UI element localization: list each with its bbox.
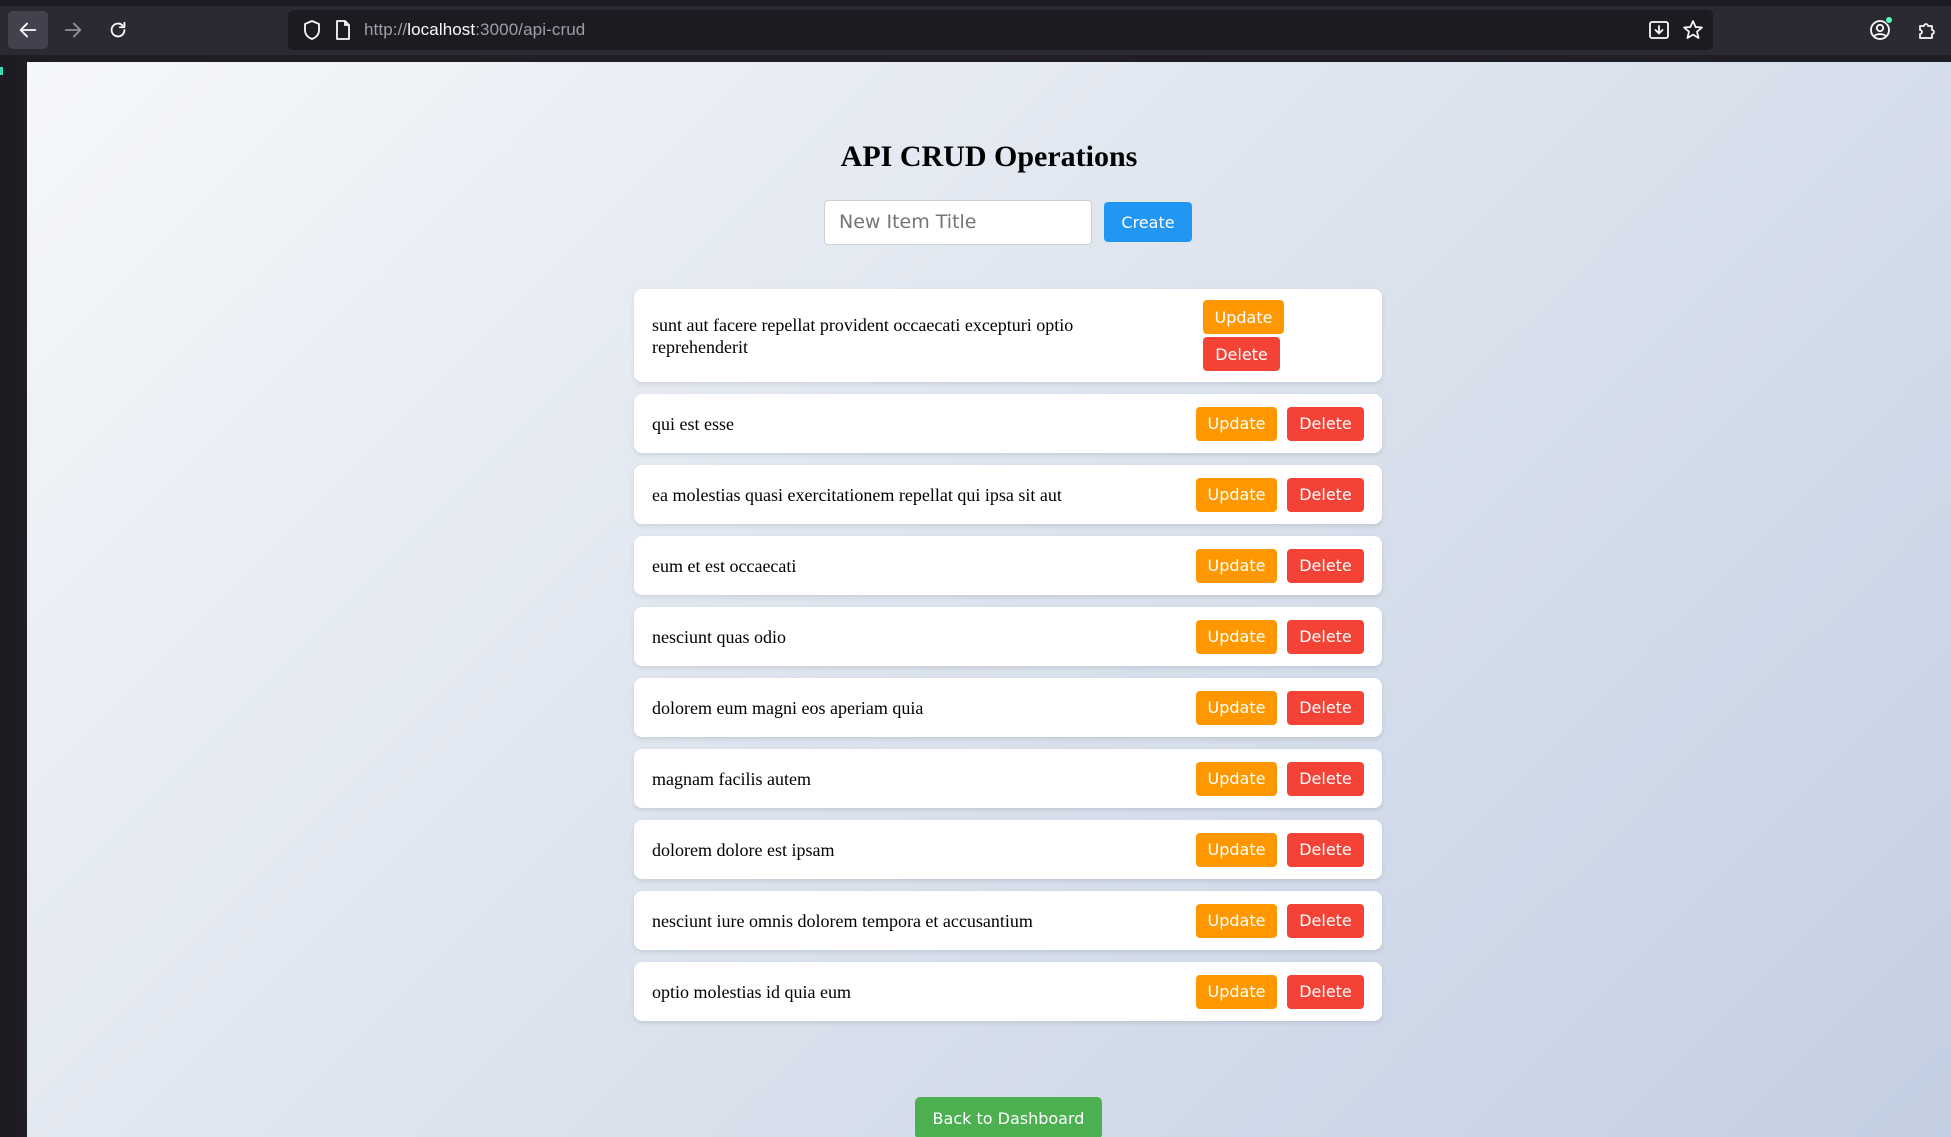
list-item: optio molestias id quia eum Update Delete	[634, 962, 1382, 1021]
update-button[interactable]: Update	[1196, 619, 1277, 654]
update-button[interactable]: Update	[1196, 974, 1277, 1009]
bookmark-star-icon[interactable]	[1681, 18, 1705, 42]
create-form: Create	[824, 199, 1192, 245]
item-actions: Update Delete	[1196, 477, 1364, 512]
item-title: eum et est occaecati	[652, 555, 797, 576]
delete-button[interactable]: Delete	[1287, 761, 1364, 796]
list-item: eum et est occaecati Update Delete	[634, 536, 1382, 595]
item-title: magnam facilis autem	[652, 768, 811, 789]
delete-button[interactable]: Delete	[1203, 337, 1280, 371]
item-title: qui est esse	[652, 413, 734, 434]
delete-button[interactable]: Delete	[1287, 619, 1364, 654]
update-button[interactable]: Update	[1196, 690, 1277, 725]
delete-button[interactable]: Delete	[1287, 690, 1364, 725]
list-item: qui est esse Update Delete	[634, 394, 1382, 453]
back-to-dashboard-button[interactable]: Back to Dashboard	[915, 1097, 1102, 1137]
arrow-left-icon	[19, 22, 37, 38]
item-actions: Update Delete	[1196, 406, 1364, 441]
page-viewport: API CRUD Operations Create sunt aut face…	[27, 62, 1951, 1137]
item-actions: Update Delete	[1196, 548, 1364, 583]
list-item: sunt aut facere repellat provident occae…	[634, 289, 1382, 382]
item-actions: Update Delete	[1203, 300, 1364, 371]
update-button[interactable]: Update	[1196, 903, 1277, 938]
delete-button[interactable]: Delete	[1287, 548, 1364, 583]
url-text[interactable]: http://localhost:3000/api-crud	[364, 20, 585, 40]
save-to-pocket-icon[interactable]	[1647, 18, 1671, 42]
extensions-button[interactable]	[1915, 18, 1939, 47]
item-title: sunt aut facere repellat provident occae…	[652, 314, 1074, 357]
item-title: dolorem dolore est ipsam	[652, 839, 835, 860]
reload-icon	[110, 21, 126, 38]
page-title: API CRUD Operations	[840, 140, 1138, 173]
update-button[interactable]: Update	[1196, 406, 1277, 441]
update-button[interactable]: Update	[1196, 832, 1277, 867]
list-item: ea molestias quasi exercitationem repell…	[634, 465, 1382, 524]
item-title: nesciunt iure omnis dolorem tempora et a…	[652, 910, 1033, 931]
arrow-right-icon	[64, 22, 82, 38]
sidebar-marker	[0, 67, 3, 75]
item-title: ea molestias quasi exercitationem repell…	[652, 484, 1062, 505]
shield-icon[interactable]	[302, 19, 322, 41]
item-title: nesciunt quas odio	[652, 626, 786, 647]
address-bar[interactable]: http://localhost:3000/api-crud	[288, 10, 1713, 50]
item-actions: Update Delete	[1196, 832, 1364, 867]
delete-button[interactable]: Delete	[1287, 406, 1364, 441]
update-button[interactable]: Update	[1196, 548, 1277, 583]
puzzle-icon	[1919, 23, 1935, 39]
delete-button[interactable]: Delete	[1287, 477, 1364, 512]
back-button[interactable]	[8, 11, 48, 49]
update-button[interactable]: Update	[1196, 761, 1277, 796]
account-button[interactable]	[1868, 16, 1893, 47]
list-item: magnam facilis autem Update Delete	[634, 749, 1382, 808]
list-item: dolorem dolore est ipsam Update Delete	[634, 820, 1382, 879]
item-actions: Update Delete	[1196, 903, 1364, 938]
sidebar-strip	[0, 55, 17, 1137]
delete-button[interactable]: Delete	[1287, 832, 1364, 867]
create-button[interactable]: Create	[1104, 202, 1192, 242]
delete-button[interactable]: Delete	[1287, 974, 1364, 1009]
item-actions: Update Delete	[1196, 690, 1364, 725]
browser-toolbar: http://localhost:3000/api-crud	[0, 0, 1951, 55]
list-item: dolorem eum magni eos aperiam quia Update…	[634, 678, 1382, 737]
reload-button[interactable]	[98, 11, 138, 49]
page-icon[interactable]	[334, 19, 352, 41]
list-item: nesciunt iure omnis dolorem tempora et a…	[634, 891, 1382, 950]
item-title: optio molestias id quia eum	[652, 981, 851, 1002]
item-actions: Update Delete	[1196, 761, 1364, 796]
update-button[interactable]: Update	[1203, 300, 1284, 334]
list-item: nesciunt quas odio Update Delete	[634, 607, 1382, 666]
item-title: dolorem eum magni eos aperiam quia	[652, 697, 924, 718]
forward-button[interactable]	[53, 11, 93, 49]
new-item-title-input[interactable]	[824, 199, 1092, 245]
update-button[interactable]: Update	[1196, 477, 1277, 512]
item-actions: Update Delete	[1196, 619, 1364, 654]
notification-dot	[1885, 16, 1893, 24]
item-actions: Update Delete	[1196, 974, 1364, 1009]
delete-button[interactable]: Delete	[1287, 903, 1364, 938]
item-list: sunt aut facere repellat provident occae…	[634, 289, 1382, 1033]
